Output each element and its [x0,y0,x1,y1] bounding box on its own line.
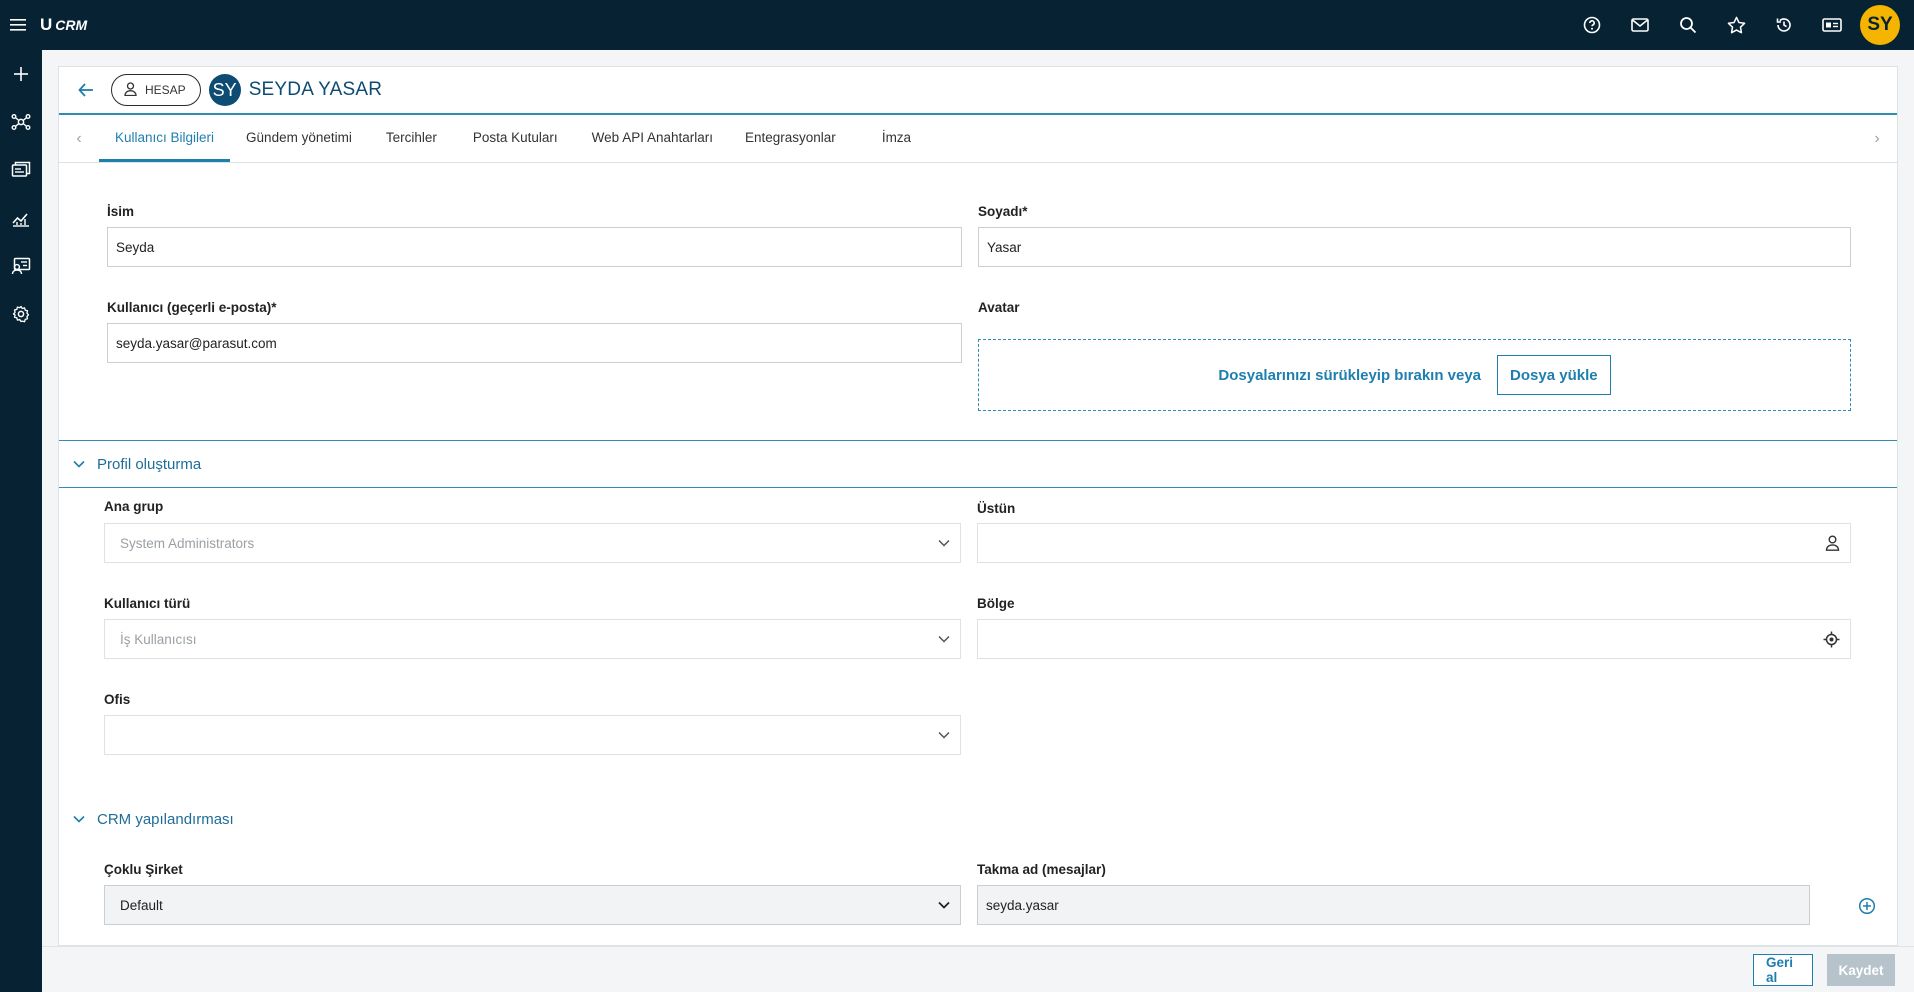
account-label: HESAP [145,83,186,97]
first-name-input[interactable]: Seyda [107,227,962,267]
user-avatar-top[interactable]: SY [1860,5,1900,45]
main-group-select[interactable]: System Administrators [104,523,961,563]
search-icon[interactable] [1664,0,1712,50]
chevron-down-icon [73,815,85,823]
last-name-label: Soyadı* [978,204,1028,219]
gear-icon[interactable] [0,290,42,338]
superior-input[interactable] [977,523,1851,563]
inbox-icon[interactable] [0,146,42,194]
help-icon[interactable] [1568,0,1616,50]
avatar-label: Avatar [978,300,1020,315]
tab-scroll-right-icon[interactable]: › [1857,115,1897,163]
tab-agenda[interactable]: Gündem yönetimi [230,115,368,162]
chevron-down-icon [938,716,950,754]
chevron-down-icon [938,524,950,562]
tab-web-api-keys[interactable]: Web API Anahtarları [576,115,729,162]
tab-user-info[interactable]: Kullanıcı Bilgileri [99,115,231,162]
analytics-icon[interactable] [0,194,42,242]
last-name-input[interactable]: Yasar [978,227,1851,267]
main-group-label: Ana grup [104,499,164,514]
person-icon [124,81,137,99]
add-circle-icon[interactable] [1858,897,1876,918]
multi-company-select[interactable]: Default [104,885,961,925]
office-select[interactable] [104,715,961,755]
profile-section-header[interactable]: Profil oluşturma [59,440,1897,488]
person-icon[interactable] [1825,524,1840,562]
tab-scroll-left-icon[interactable]: ‹ [59,115,99,162]
network-icon[interactable] [0,98,42,146]
save-button[interactable]: Kaydet [1827,954,1895,986]
menu-icon[interactable] [0,0,36,50]
top-bar: U CRM SY [0,0,1914,50]
user-type-value: İş Kullanıcısı [120,631,197,647]
tab-bar: ‹ Kullanıcı Bilgileri Gündem yönetimi Te… [59,115,1897,163]
dropzone-text: Dosyalarınızı sürükleyip bırakın veya [1218,366,1482,384]
tab-signature[interactable]: İmza [866,115,927,162]
multi-company-value: Default [120,897,163,913]
tab-preferences[interactable]: Tercihler [368,115,455,162]
superior-label: Üstün [977,501,1016,516]
page-title: SEYDA YASAR [248,79,383,100]
add-icon[interactable] [0,50,42,98]
username-input[interactable]: seyda.yasar@parasut.com [107,323,962,363]
region-label: Bölge [977,596,1015,611]
user-type-select[interactable]: İş Kullanıcısı [104,619,961,659]
undo-button[interactable]: Geri al [1753,954,1813,986]
profile-section-title: Profil oluşturma [97,455,202,473]
brand-name: CRM [55,17,88,33]
multi-company-label: Çoklu Şirket [104,862,183,877]
user-detail-card: HESAP SY SEYDA YASAR ‹ Kullanıcı Bilgile… [58,66,1898,946]
star-icon[interactable] [1712,0,1760,50]
action-footer: Geri al Kaydet [42,946,1914,992]
tab-mailboxes[interactable]: Posta Kutuları [455,115,576,162]
first-name-label: İsim [107,204,135,219]
top-actions: SY [1568,0,1900,50]
brand-mark: U [40,15,53,34]
username-label: Kullanıcı (geçerli e-posta)* [107,300,277,315]
history-icon[interactable] [1760,0,1808,50]
app-logo[interactable]: U CRM [40,15,87,35]
user-type-label: Kullanıcı türü [104,596,191,611]
crm-section-header[interactable]: CRM yapılandırması [59,802,234,836]
crm-section-title: CRM yapılandırması [97,810,234,828]
account-badge[interactable]: HESAP [111,74,201,106]
mail-icon[interactable] [1616,0,1664,50]
chevron-down-icon [73,460,85,468]
nickname-input[interactable]: seyda.yasar [977,885,1810,925]
id-card-icon[interactable] [1808,0,1856,50]
office-label: Ofis [104,692,131,707]
sidebar [0,50,42,992]
locate-icon[interactable] [1823,620,1840,658]
nickname-label: Takma ad (mesajlar) [977,862,1106,877]
tab-integrations[interactable]: Entegrasyonlar [729,115,866,162]
back-arrow-icon[interactable] [71,75,101,105]
card-header: HESAP SY SEYDA YASAR [59,67,1897,115]
chevron-down-icon [938,620,950,658]
region-input[interactable] [977,619,1851,659]
main-group-value: System Administrators [120,535,255,551]
user-avatar: SY [208,74,241,106]
upload-file-button[interactable]: Dosya yükle [1497,355,1611,395]
user-settings-icon[interactable] [0,242,42,290]
avatar-dropzone[interactable]: Dosyalarınızı sürükleyip bırakın veya Do… [978,339,1851,411]
chevron-down-icon [938,886,950,924]
